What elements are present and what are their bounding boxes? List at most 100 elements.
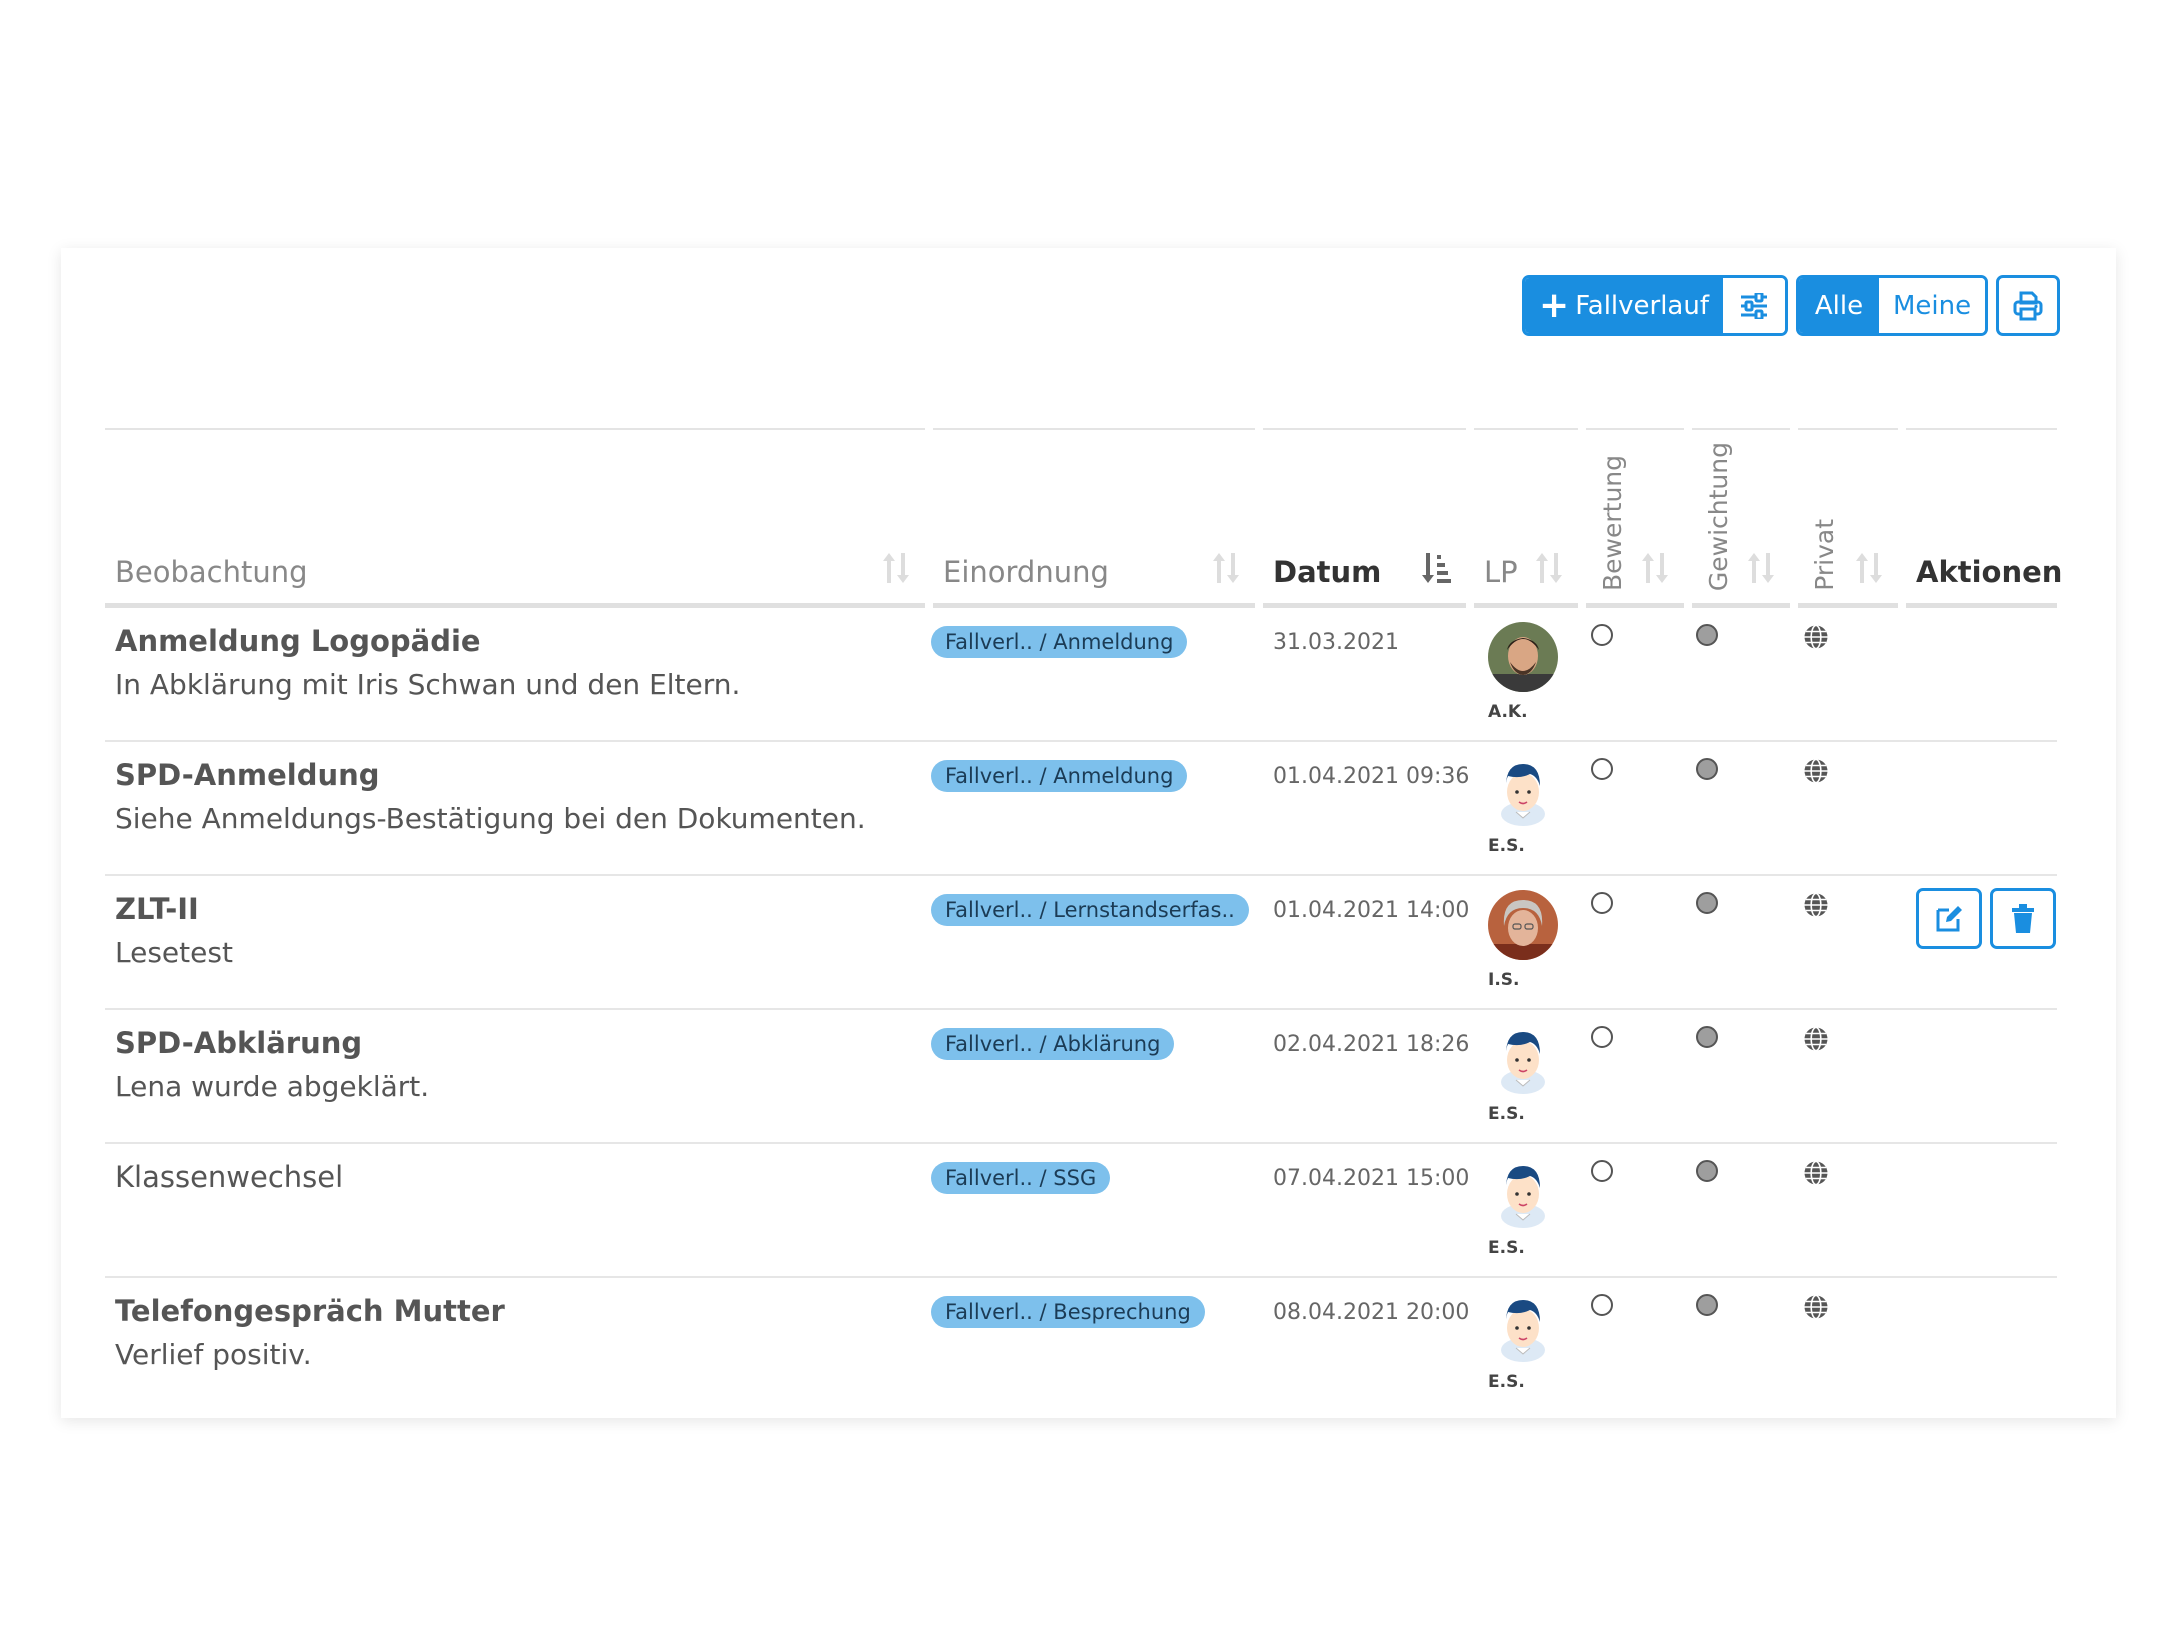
- rating-cell: [1591, 1144, 1613, 1182]
- col-gewichtung-label: Gewichtung: [1704, 441, 1733, 591]
- rating-radio[interactable]: [1591, 892, 1613, 914]
- observation-title: ZLT-II: [115, 892, 199, 926]
- toolbar: + Fallverlauf Alle Meine: [1522, 275, 2060, 336]
- lp-cell: E.S.: [1488, 1278, 1563, 1392]
- private-cell[interactable]: [1803, 742, 1829, 788]
- rating-radio[interactable]: [1591, 1294, 1613, 1316]
- private-cell[interactable]: [1803, 1010, 1829, 1056]
- observation-subtitle: Siehe Anmeldungs-Bestätigung bei den Dok…: [115, 802, 866, 835]
- private-cell[interactable]: [1803, 876, 1829, 922]
- table-row[interactable]: SPD-Abklärung Lena wurde abgeklärt. Fallve…: [105, 1010, 2057, 1144]
- col-bewertung[interactable]: Bewertung: [1586, 428, 1684, 608]
- observation-subtitle: Lesetest: [115, 936, 233, 969]
- lp-initials: E.S.: [1488, 836, 1525, 856]
- observation-cell: Telefongespräch Mutter Verlief positiv.: [115, 1278, 915, 1371]
- col-beobachtung[interactable]: Beobachtung: [105, 428, 925, 608]
- delete-button[interactable]: [1990, 888, 2056, 949]
- col-gewichtung[interactable]: Gewichtung: [1692, 428, 1790, 608]
- photo-woman-avatar: [1488, 890, 1558, 960]
- print-icon: [2013, 291, 2043, 320]
- sort-icon[interactable]: [1211, 551, 1241, 585]
- edit-icon: [1936, 905, 1962, 931]
- table-row[interactable]: SPD-Anmeldung Siehe Anmeldungs-Bestätigun…: [105, 742, 2057, 876]
- col-privat[interactable]: Privat: [1798, 428, 1898, 608]
- edit-button[interactable]: [1916, 888, 1982, 949]
- observation-subtitle: Lena wurde abgeklärt.: [115, 1070, 430, 1103]
- sort-icon[interactable]: [881, 551, 911, 585]
- weighting-cell: [1696, 1010, 1718, 1048]
- sort-icon[interactable]: [1746, 551, 1776, 585]
- lp-initials: E.S.: [1488, 1104, 1525, 1124]
- scope-filter-group: Alle Meine: [1796, 275, 1988, 336]
- plus-icon: +: [1539, 284, 1570, 326]
- observations-card: + Fallverlauf Alle Meine Beobachtung Ein…: [61, 248, 2116, 1418]
- sort-icon[interactable]: [1640, 551, 1670, 585]
- lp-cell: A.K.: [1488, 608, 1563, 722]
- rating-radio[interactable]: [1591, 1160, 1613, 1182]
- date-value: 01.04.2021 09:36: [1273, 764, 1470, 789]
- print-button[interactable]: [1996, 275, 2060, 336]
- date-cell: 08.04.2021 20:00: [1273, 1278, 1469, 1325]
- category-cell: Fallverl.. / Lernstandserfas..: [931, 876, 1249, 926]
- private-cell[interactable]: [1803, 1144, 1829, 1190]
- globe-icon: [1804, 758, 1828, 784]
- date-cell: 01.04.2021 14:00: [1273, 876, 1469, 923]
- weighting-radio[interactable]: [1696, 624, 1718, 646]
- globe-icon: [1804, 892, 1828, 918]
- weighting-radio[interactable]: [1696, 1160, 1718, 1182]
- table-row[interactable]: Telefongespräch Mutter Verlief positiv. Fa…: [105, 1278, 2057, 1412]
- col-beobachtung-label: Beobachtung: [115, 555, 308, 589]
- category-tag: Fallverl.. / Anmeldung: [931, 626, 1188, 658]
- date-value: 02.04.2021 18:26: [1273, 1032, 1470, 1057]
- observation-title: Anmeldung Logopädie: [115, 624, 481, 658]
- table-row[interactable]: Anmeldung Logopädie In Abklärung mit Iris…: [105, 608, 2057, 742]
- date-cell: 07.04.2021 15:00: [1273, 1144, 1469, 1191]
- category-cell: Fallverl.. / Besprechung: [931, 1278, 1205, 1328]
- observation-subtitle: In Abklärung mit Iris Schwan und den Elt…: [115, 668, 741, 701]
- lp-cell: E.S.: [1488, 1144, 1563, 1258]
- lp-initials: I.S.: [1488, 970, 1520, 990]
- weighting-radio[interactable]: [1696, 758, 1718, 780]
- sort-desc-icon[interactable]: [1420, 551, 1452, 585]
- observations-table: Beobachtung Einordnung Datum LP Bewertun…: [105, 428, 2062, 1412]
- col-lp[interactable]: LP: [1474, 428, 1578, 608]
- col-aktionen-label: Aktionen: [1916, 555, 2063, 589]
- date-value: 01.04.2021 14:00: [1273, 898, 1470, 923]
- date-cell: 01.04.2021 09:36: [1273, 742, 1469, 789]
- col-einordnung[interactable]: Einordnung: [933, 428, 1255, 608]
- weighting-radio[interactable]: [1696, 892, 1718, 914]
- category-tag: Fallverl.. / Abklärung: [931, 1028, 1175, 1060]
- col-bewertung-label: Bewertung: [1598, 455, 1627, 591]
- weighting-radio[interactable]: [1696, 1294, 1718, 1316]
- col-datum[interactable]: Datum: [1263, 428, 1466, 608]
- filter-mine-button[interactable]: Meine: [1879, 278, 1985, 333]
- rating-radio[interactable]: [1591, 624, 1613, 646]
- filter-all-button[interactable]: Alle: [1799, 278, 1879, 333]
- weighting-radio[interactable]: [1696, 1026, 1718, 1048]
- rating-radio[interactable]: [1591, 1026, 1613, 1048]
- lp-cell: I.S.: [1488, 876, 1563, 990]
- globe-icon: [1804, 1160, 1828, 1186]
- private-cell[interactable]: [1803, 608, 1829, 654]
- lp-initials: E.S.: [1488, 1372, 1525, 1392]
- observation-subtitle: Verlief positiv.: [115, 1338, 312, 1371]
- sort-icon[interactable]: [1854, 551, 1884, 585]
- category-tag: Fallverl.. / Lernstandserfas..: [931, 894, 1249, 926]
- col-datum-label: Datum: [1273, 555, 1382, 589]
- table-row[interactable]: Klassenwechsel Fallverl.. / SSG 07.04.2021…: [105, 1144, 2057, 1278]
- observation-cell: SPD-Anmeldung Siehe Anmeldungs-Bestätigun…: [115, 742, 915, 835]
- rating-cell: [1591, 876, 1613, 914]
- private-cell[interactable]: [1803, 1278, 1829, 1324]
- settings-sliders-button[interactable]: [1723, 278, 1785, 333]
- table-row[interactable]: ZLT-II Lesetest Fallverl.. / Lernstandserf…: [105, 876, 2057, 1010]
- sort-icon[interactable]: [1534, 551, 1564, 585]
- category-cell: Fallverl.. / Anmeldung: [931, 742, 1188, 792]
- weighting-cell: [1696, 608, 1718, 646]
- rating-radio[interactable]: [1591, 758, 1613, 780]
- add-fallverlauf-button[interactable]: + Fallverlauf: [1525, 278, 1723, 333]
- date-value: 07.04.2021 15:00: [1273, 1166, 1470, 1191]
- cartoon-avatar: [1501, 764, 1545, 826]
- photo-man-avatar: [1488, 622, 1558, 692]
- observation-cell: Klassenwechsel: [115, 1144, 915, 1204]
- rating-cell: [1591, 1010, 1613, 1048]
